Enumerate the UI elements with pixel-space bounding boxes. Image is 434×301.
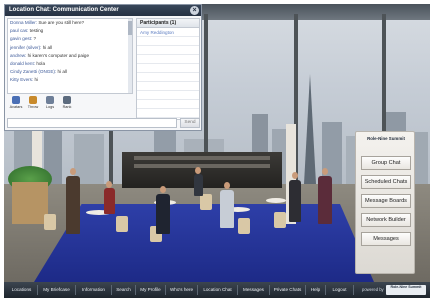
avatar-person[interactable]	[156, 194, 170, 234]
nav-whos-here[interactable]: Who's here	[166, 285, 198, 295]
powered-by-label: powered by	[362, 287, 384, 292]
summit-logo: Role-Nine Summit	[367, 136, 405, 141]
avatar-person[interactable]	[104, 188, 115, 214]
summit-footer-logo: Role-Nine Summit	[386, 285, 426, 295]
nav-private-chats[interactable]: Private Chats	[270, 285, 306, 295]
avatar-person[interactable]	[66, 176, 80, 234]
logs-icon	[46, 96, 54, 104]
chat-message: Cindy Zanetti (ONGE): hi all	[10, 69, 67, 75]
participants-header: Participants (1)	[137, 19, 199, 28]
participant-empty-row	[137, 73, 199, 82]
avatar-head	[322, 168, 328, 175]
chat-title: Location Chat: Communication Center	[9, 7, 119, 13]
participant-empty-row	[137, 100, 199, 109]
throw-icon	[29, 96, 37, 104]
avatar-head	[224, 182, 230, 189]
avatars-button[interactable]: Avatars	[9, 96, 23, 110]
lounge-chair	[238, 218, 250, 234]
chat-message: donald kent: hola	[10, 61, 45, 67]
location-chat-window[interactable]: Location Chat: Communication Center × Do…	[4, 4, 202, 131]
nav-messages[interactable]: Messages	[238, 285, 270, 295]
nav-logout[interactable]: Logout	[326, 285, 354, 295]
chat-title-bar[interactable]: Location Chat: Communication Center ×	[5, 5, 201, 16]
rank-button[interactable]: Rank	[60, 96, 74, 110]
participant-empty-row	[137, 37, 199, 46]
lounge-table	[266, 198, 286, 203]
community-menu: Role-Nine Summit Group Chat Scheduled Ch…	[355, 131, 415, 274]
chat-message: jennifer (silver): hi all	[10, 44, 53, 50]
nav-information[interactable]: Information	[76, 285, 112, 295]
virtual-event-window: Location Chat: Communication Center × Do…	[4, 4, 430, 298]
avatar-head	[160, 186, 166, 193]
logs-button[interactable]: Logs	[43, 96, 57, 110]
nav-my-profile[interactable]: My Profile	[136, 285, 166, 295]
nav-my-briefcase[interactable]: My Briefcase	[38, 285, 76, 295]
chat-message-input[interactable]	[7, 118, 177, 128]
chat-message: Donna Miller: Sue are you still here?	[10, 20, 85, 25]
chat-scrollbar[interactable]	[128, 19, 132, 93]
bottom-nav-bar: Locations My Briefcase Information Searc…	[4, 282, 430, 298]
nav-location-chat[interactable]: Location Chat	[198, 285, 238, 295]
avatar-person[interactable]	[194, 174, 203, 196]
scrollbar-thumb[interactable]	[128, 21, 132, 35]
scheduled-chats-button[interactable]: Scheduled Chats	[361, 175, 411, 189]
participant-empty-row	[137, 64, 199, 73]
throw-button[interactable]: Throw	[26, 96, 40, 110]
send-button[interactable]: Send	[180, 118, 200, 128]
avatar-head	[292, 172, 298, 179]
participant-item[interactable]: Amy Reddington	[137, 28, 199, 37]
chat-message: Kitty Evers: hi	[10, 77, 39, 83]
message-boards-button[interactable]: Message Boards	[361, 194, 411, 208]
participants-panel: Participants (1) Amy Reddington	[136, 18, 200, 120]
close-icon[interactable]: ×	[190, 6, 199, 15]
nav-help[interactable]: Help	[306, 285, 326, 295]
rank-icon	[63, 96, 71, 104]
lounge-chair	[116, 216, 128, 232]
nav-locations[interactable]: Locations	[6, 285, 38, 295]
bar-shelf	[134, 164, 270, 168]
participant-empty-row	[137, 55, 199, 64]
bar-shelf	[134, 156, 270, 160]
nav-search[interactable]: Search	[112, 285, 136, 295]
avatar-person[interactable]	[289, 180, 301, 222]
avatar-head	[70, 168, 76, 175]
chat-message: paul cas: testing	[10, 28, 44, 34]
participant-empty-row	[137, 82, 199, 91]
chat-messages[interactable]: Donna Miller: Sue are you still here? pa…	[7, 18, 133, 94]
participant-empty-row	[137, 91, 199, 100]
lounge-chair	[274, 212, 286, 228]
avatar-person[interactable]	[220, 190, 234, 228]
avatar-person[interactable]	[318, 176, 332, 224]
lounge-chair	[200, 194, 212, 210]
messages-button[interactable]: Messages	[361, 232, 411, 246]
chat-input-row: Send	[7, 118, 200, 128]
lounge-chair	[44, 214, 56, 230]
participant-empty-row	[137, 109, 199, 118]
planter	[12, 182, 48, 224]
avatar-head	[106, 181, 112, 188]
group-chat-button[interactable]: Group Chat	[361, 156, 411, 170]
avatar-icon	[12, 96, 20, 104]
chat-toolbar: Avatars Throw Logs Rank	[7, 96, 133, 114]
chat-message: andrew: hi karen's computer and paige	[10, 52, 90, 58]
network-builder-button[interactable]: Network Builder	[361, 213, 411, 227]
participant-empty-row	[137, 46, 199, 55]
avatar-head	[195, 167, 201, 174]
chat-message: gavin gest: ?	[10, 36, 37, 42]
